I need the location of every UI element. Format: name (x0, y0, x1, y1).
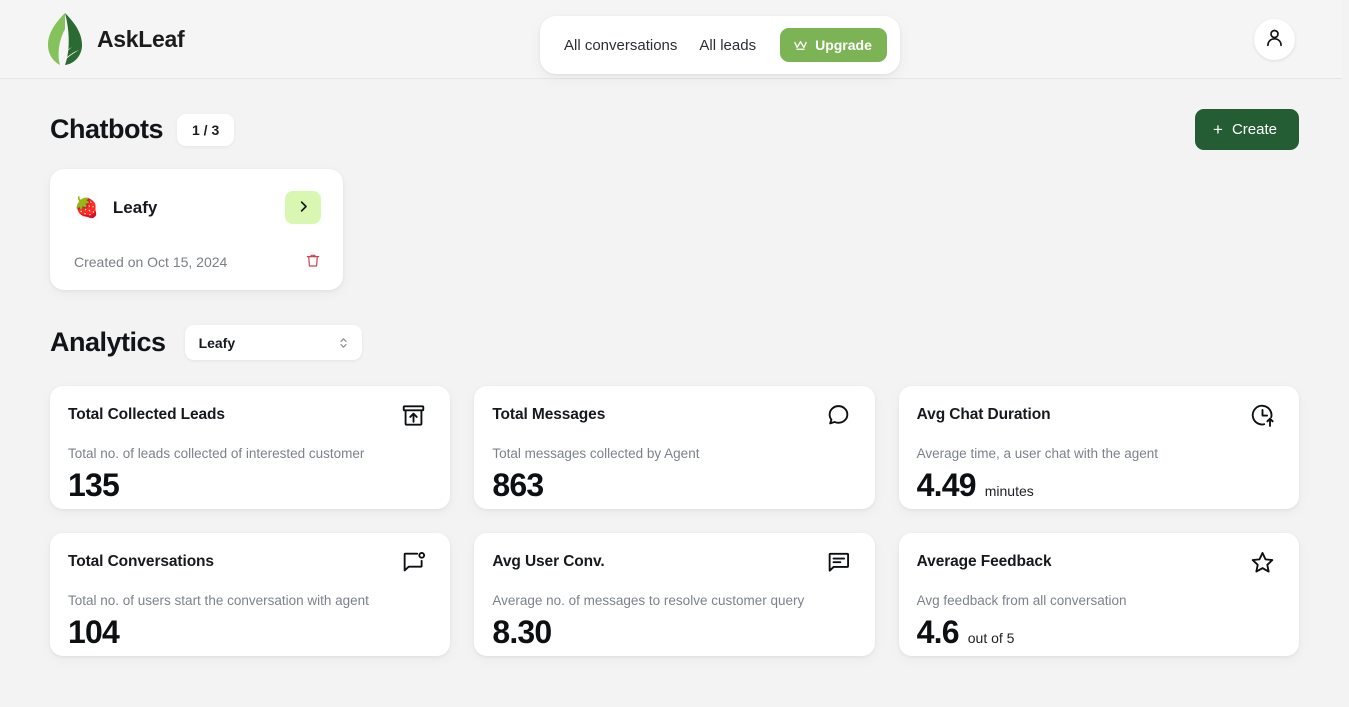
metric-value: 8.30 (492, 614, 552, 650)
metric-description: Avg feedback from all conversation (916, 593, 1127, 608)
user-icon (1264, 27, 1285, 53)
leaf-logo-icon (46, 12, 84, 66)
metric-description: Total no. of users start the conversatio… (68, 593, 369, 608)
metric-card-average-feedback: Average Feedback Avg feedback from all c… (898, 533, 1299, 656)
metric-card-avg-chat-duration: Avg Chat Duration Average time, a user c… (898, 386, 1299, 509)
metric-value: 863 (492, 467, 544, 503)
speech-bubble-icon (826, 405, 851, 433)
create-label: Create (1231, 121, 1277, 138)
analytics-metric-grid: Total Collected Leads Total no. of leads… (50, 386, 1299, 656)
metric-value-row: 135 (68, 467, 426, 504)
metric-value-row: 8.30 (492, 614, 850, 651)
chatbot-card-bottom: Created on Oct 15, 2024 (74, 252, 321, 272)
chatbots-header-row: Chatbots 1 / 3 + Create (50, 109, 1299, 150)
metric-value-row: 104 (68, 614, 426, 651)
plus-icon: + (1213, 120, 1223, 139)
metric-value: 135 (68, 467, 120, 503)
archive-upload-icon (401, 405, 426, 433)
message-dot-icon (401, 551, 426, 580)
metric-description: Total messages collected by Agent (492, 446, 700, 461)
nav-all-conversations[interactable]: All conversations (564, 37, 677, 54)
upgrade-button[interactable]: Upgrade (780, 28, 887, 62)
crown-icon (793, 38, 808, 53)
metric-title: Total Conversations (68, 553, 214, 570)
chevron-right-icon (296, 199, 311, 217)
chatbot-created-date: Created on Oct 15, 2024 (74, 254, 228, 270)
metric-description: Average time, a user chat with the agent (916, 446, 1159, 461)
metric-unit: out of 5 (967, 630, 1015, 646)
page-title: Chatbots (50, 114, 164, 144)
star-icon (1250, 551, 1275, 580)
metric-title: Avg User Conv. (492, 553, 605, 570)
message-lines-icon (826, 552, 851, 580)
metric-unit: minutes (984, 483, 1034, 499)
chatbot-card-top: 🍓 Leafy (74, 191, 321, 224)
metric-value: 4.49 (916, 467, 977, 503)
create-button[interactable]: + Create (1195, 109, 1299, 150)
metric-head: Average Feedback (916, 551, 1275, 580)
nav-all-leads[interactable]: All leads (699, 37, 756, 54)
trash-icon (305, 252, 321, 272)
metric-value-row: 4.49 minutes (917, 467, 1275, 504)
metric-card-total-conversations: Total Conversations Total no. of users s… (50, 533, 451, 656)
page-body: Chatbots 1 / 3 + Create 🍓 Leafy Created … (0, 109, 1349, 656)
chatbot-select-value: Leafy (198, 334, 236, 351)
metric-head: Total Messages (492, 405, 851, 433)
metric-title: Average Feedback (916, 553, 1052, 570)
metric-card-total-messages: Total Messages Total messages collected … (474, 386, 875, 509)
metric-card-total-collected-leads: Total Collected Leads Total no. of leads… (50, 386, 451, 509)
metric-description: Total no. of leads collected of interest… (68, 446, 365, 461)
brand: AskLeaf (46, 12, 185, 66)
avatar[interactable] (1254, 19, 1295, 60)
brand-name: AskLeaf (97, 25, 185, 52)
analytics-title: Analytics (50, 327, 166, 357)
chatbot-select[interactable]: Leafy (184, 325, 362, 360)
chatbot-name: Leafy (112, 197, 158, 217)
top-nav: All conversations All leads Upgrade (540, 16, 900, 74)
metric-title: Avg Chat Duration (916, 406, 1051, 423)
metric-title: Total Messages (492, 406, 606, 423)
metric-head: Total Conversations (68, 551, 426, 580)
metric-head: Total Collected Leads (68, 405, 426, 433)
chatbot-avatar-emoji: 🍓 (74, 196, 99, 219)
metric-value: 104 (68, 614, 120, 650)
metric-value: 4.6 (916, 614, 960, 650)
metric-title: Total Collected Leads (68, 406, 225, 423)
metric-head: Avg User Conv. (492, 552, 851, 580)
app-header: AskLeaf All conversations All leads Upgr… (0, 0, 1342, 79)
chatbot-count-badge: 1 / 3 (177, 113, 235, 146)
metric-value-row: 863 (492, 467, 850, 504)
delete-chatbot-button[interactable] (305, 252, 321, 272)
chatbot-card[interactable]: 🍓 Leafy Created on Oct 15, 2024 (50, 169, 343, 290)
metric-value-row: 4.6 out of 5 (917, 614, 1275, 651)
chatbots-title-group: Chatbots 1 / 3 (50, 113, 235, 146)
analytics-header-row: Analytics Leafy (50, 325, 1299, 360)
metric-card-avg-user-conv: Avg User Conv. Average no. of messages t… (474, 533, 875, 656)
metric-head: Avg Chat Duration (916, 404, 1275, 433)
open-chatbot-button[interactable] (285, 191, 321, 224)
clock-arrow-up-icon (1250, 404, 1275, 433)
upgrade-label: Upgrade (815, 37, 872, 53)
metric-description: Average no. of messages to resolve custo… (492, 593, 805, 608)
